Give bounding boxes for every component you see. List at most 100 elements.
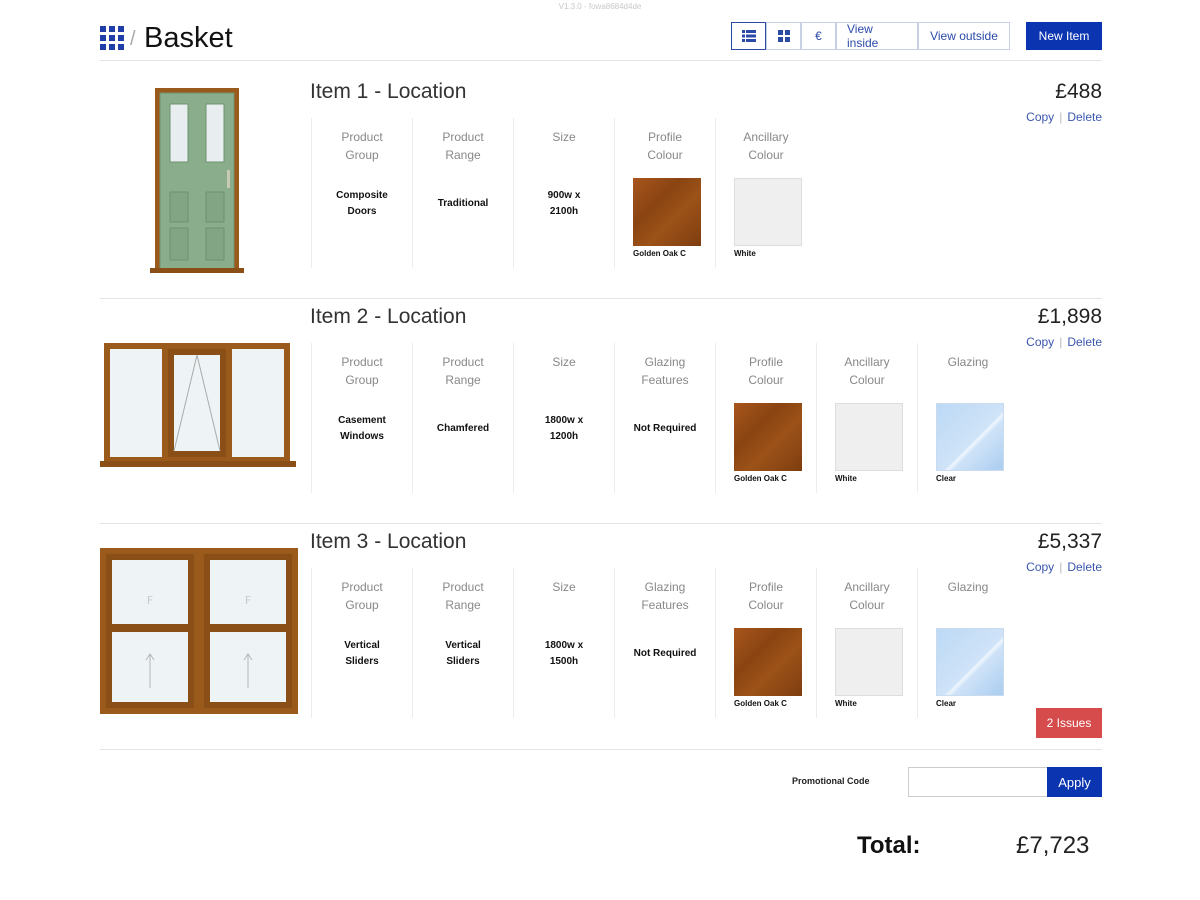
spec-product-group: Product Group Casement Windows xyxy=(311,343,412,493)
spec-heading: Colour xyxy=(748,373,784,387)
actions-separator: | xyxy=(1059,560,1063,574)
new-item-button[interactable]: New Item xyxy=(1026,22,1102,50)
spec-glazing: Glazing Clear xyxy=(917,343,1018,493)
vertical-slider-window-image[interactable]: F F xyxy=(100,530,300,730)
spec-heading: Group xyxy=(345,598,379,612)
spec-value: Doors xyxy=(347,206,377,217)
promo-code-label: Promotional Code xyxy=(792,776,870,786)
actions-separator: | xyxy=(1059,110,1063,124)
spec-value: Sliders xyxy=(345,656,379,667)
spec-size: Size 900w x 2100h xyxy=(513,118,614,268)
swatch-label: Golden Oak C xyxy=(633,249,686,258)
view-inside-button[interactable]: View inside xyxy=(836,22,918,50)
spec-product-group: Product Group Vertical Sliders xyxy=(311,568,412,718)
delete-link[interactable]: Delete xyxy=(1067,560,1102,574)
issues-button[interactable]: 2 Issues xyxy=(1036,708,1102,738)
white-swatch[interactable] xyxy=(835,403,903,471)
spec-glazing-features: Glazing Features Not Required xyxy=(614,343,715,493)
spec-value: 1800w x xyxy=(544,415,584,426)
spec-profile-colour: Profile Colour Golden Oak C xyxy=(715,568,816,718)
swatch-label: Golden Oak C xyxy=(734,699,787,708)
app-menu-grid-icon[interactable] xyxy=(100,26,124,50)
toolbar: € View inside View outside New Item xyxy=(731,22,1102,52)
swatch-label: Clear xyxy=(936,474,957,483)
spec-size: Size 1800w x 1200h xyxy=(513,343,614,493)
item-title: Item 3 - Location xyxy=(310,530,467,553)
spec-heading: Size xyxy=(552,130,576,144)
version-text: V1.3.0 - fowa8684d4de xyxy=(558,2,642,11)
white-swatch[interactable] xyxy=(734,178,802,246)
spec-heading: Ancillary xyxy=(844,355,890,369)
spec-heading: Colour xyxy=(849,598,885,612)
copy-link[interactable]: Copy xyxy=(1026,335,1054,349)
spec-value: Composite xyxy=(336,190,388,201)
spec-ancillary-colour: Ancillary Colour White xyxy=(816,343,917,493)
spec-value: 2100h xyxy=(549,206,579,217)
swatch-label: White xyxy=(835,699,857,708)
spec-value: 1200h xyxy=(549,431,579,442)
list-view-icon xyxy=(741,30,756,42)
spec-heading: Features xyxy=(641,373,689,387)
actions-separator: | xyxy=(1059,335,1063,349)
delete-link[interactable]: Delete xyxy=(1067,335,1102,349)
promo-code-input[interactable] xyxy=(908,767,1048,797)
currency-button[interactable]: € xyxy=(801,22,836,50)
spec-heading: Range xyxy=(445,373,481,387)
spec-heading: Size xyxy=(552,355,576,369)
spec-ancillary-colour: Ancillary Colour White xyxy=(816,568,917,718)
clear-glass-swatch[interactable] xyxy=(936,628,1004,696)
total-value: £7,723 xyxy=(1016,832,1090,859)
apply-button[interactable]: Apply xyxy=(1047,767,1102,797)
spec-value: 900w x xyxy=(547,190,581,201)
item-spec-columns: Product Group Composite Doors Product Range… xyxy=(311,118,816,268)
spec-heading: Product xyxy=(341,355,383,369)
item-spec-columns: Product Group Vertical Sliders Product Rang… xyxy=(311,568,1018,718)
svg-text:F: F xyxy=(245,594,251,607)
spec-heading: Ancillary xyxy=(743,130,789,144)
item-price: £5,337 xyxy=(1037,530,1102,553)
casement-window-image[interactable] xyxy=(100,305,300,505)
copy-link[interactable]: Copy xyxy=(1026,560,1054,574)
golden-oak-swatch[interactable] xyxy=(734,628,802,696)
spec-heading: Colour xyxy=(647,148,683,162)
item-divider xyxy=(100,298,1102,299)
copy-link[interactable]: Copy xyxy=(1026,110,1054,124)
white-swatch[interactable] xyxy=(835,628,903,696)
breadcrumb-separator: / xyxy=(130,28,136,50)
swatch-label: White xyxy=(835,474,857,483)
list-view-button[interactable] xyxy=(731,22,766,50)
spec-profile-colour: Profile Colour Golden Oak C xyxy=(614,118,715,268)
item-title: Item 1 - Location xyxy=(310,80,467,103)
spec-value: Not Required xyxy=(633,423,697,434)
spec-heading: Product xyxy=(442,130,484,144)
delete-link[interactable]: Delete xyxy=(1067,110,1102,124)
swatch-label: Golden Oak C xyxy=(734,474,787,483)
header-divider xyxy=(100,60,1102,61)
spec-heading: Group xyxy=(345,373,379,387)
spec-heading: Colour xyxy=(748,148,784,162)
spec-heading: Group xyxy=(345,148,379,162)
grid-view-icon xyxy=(777,30,790,42)
spec-heading: Ancillary xyxy=(844,580,890,594)
spec-product-range: Product Range Traditional xyxy=(412,118,513,268)
golden-oak-swatch[interactable] xyxy=(734,403,802,471)
grid-view-button[interactable] xyxy=(766,22,801,50)
spec-heading: Product xyxy=(341,580,383,594)
spec-heading: Colour xyxy=(748,598,784,612)
golden-oak-swatch[interactable] xyxy=(633,178,701,246)
spec-value: Not Required xyxy=(633,648,697,659)
footer-divider xyxy=(100,749,1102,750)
spec-heading: Colour xyxy=(849,373,885,387)
swatch-label: White xyxy=(734,249,756,258)
spec-heading: Profile xyxy=(647,130,682,144)
item-price: £1,898 xyxy=(1037,305,1102,328)
composite-door-image[interactable] xyxy=(100,80,300,280)
page-header: / Basket € View inside View outside New … xyxy=(100,22,1102,58)
spec-heading: Size xyxy=(552,580,576,594)
clear-glass-swatch[interactable] xyxy=(936,403,1004,471)
spec-product-group: Product Group Composite Doors xyxy=(311,118,412,268)
spec-heading: Features xyxy=(641,598,689,612)
spec-value: Chamfered xyxy=(436,423,490,434)
view-outside-button[interactable]: View outside xyxy=(918,22,1010,50)
spec-value: Traditional xyxy=(437,198,489,209)
